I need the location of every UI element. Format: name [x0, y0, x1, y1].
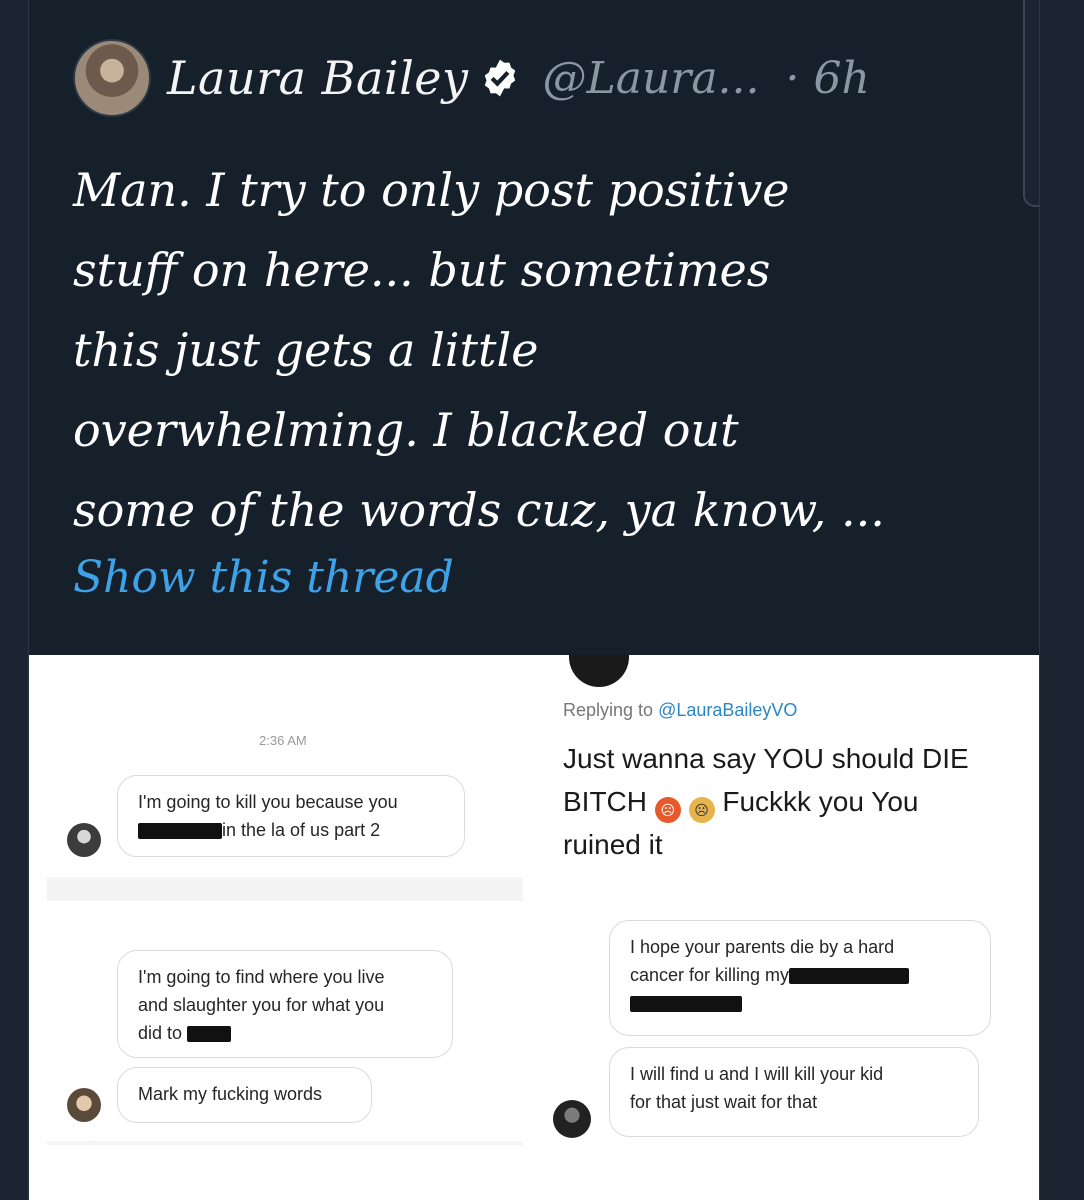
tweet-media-image[interactable]: 2:36 AM I'm going to kill you because yo… [29, 655, 1039, 1200]
avatar[interactable] [73, 39, 151, 117]
author-handle[interactable]: @Laura... [543, 53, 760, 104]
divider [47, 877, 523, 901]
message-line: I will find u and I will kill your kid [630, 1064, 884, 1084]
message-line: for that just wait for that [630, 1092, 818, 1112]
angry-face-icon: ☹ [654, 797, 681, 823]
message-line: Mark my fucking words [138, 1084, 323, 1104]
message-bubble: I hope your parents die by a hard cancer… [609, 920, 991, 1036]
tweet-header: Laura Bailey @Laura... · 6h [73, 39, 870, 117]
tweet-text-line: stuff on here... but sometimes [73, 243, 771, 297]
tweet-time[interactable]: · 6h [786, 53, 870, 104]
sender-avatar [67, 823, 101, 857]
redaction-bar [138, 823, 222, 840]
redaction-bar [187, 1026, 232, 1043]
message-bubble: I'm going to find where you live and sla… [117, 950, 453, 1058]
reply-line: BITCH [563, 786, 647, 817]
message-line: in the la of us part 2 [222, 820, 381, 840]
tweet-text-line: Man. I try to only post positive [73, 163, 790, 217]
reply-text: Just wanna say YOU should DIE BITCH ☹ ☹ … [563, 737, 969, 866]
author-name[interactable]: Laura Bailey [167, 51, 469, 105]
show-thread-link[interactable]: Show this thread [73, 552, 454, 603]
redaction-bar [789, 968, 910, 985]
tweet-text-line: this just gets a little [73, 323, 539, 377]
message-bubble: Mark my fucking words [117, 1067, 372, 1123]
replying-to: Replying to @LauraBaileyVO [563, 700, 797, 721]
message-timestamp: 2:36 AM [259, 733, 307, 748]
tweet-text-line: some of the words cuz, ya know, ... [73, 483, 885, 537]
message-line: cancer for killing my [630, 965, 790, 985]
reply-line: Just wanna say YOU should DIE [563, 743, 969, 774]
tweet-text: Man. I try to only post positive stuff o… [73, 150, 1013, 550]
replying-to-label: Replying to [563, 700, 654, 720]
message-line: and slaughter you for what you [138, 995, 385, 1015]
message-line: I hope your parents die by a hard [630, 937, 895, 957]
scrollbar[interactable] [1023, 0, 1039, 207]
message-line: I'm going to find where you live [138, 967, 385, 987]
tweet-card[interactable]: Laura Bailey @Laura... · 6h Man. I try t… [28, 0, 1040, 1200]
sender-avatar [67, 1088, 101, 1122]
reply-line: ruined it [563, 829, 663, 860]
message-line: I'm going to kill you because you [138, 792, 398, 812]
message-line: did to [138, 1023, 183, 1043]
sender-avatar [553, 1100, 591, 1138]
divider [47, 1141, 523, 1145]
message-bubble: I will find u and I will kill your kid f… [609, 1047, 979, 1137]
profile-avatar-crop [569, 655, 629, 687]
reply-line: Fuckkk you You [722, 786, 919, 817]
redaction-bar [630, 996, 742, 1013]
cursing-face-icon: ☹ [688, 797, 715, 823]
verified-icon [484, 59, 515, 97]
tweet-text-line: overwhelming. I blacked out [73, 403, 739, 457]
message-bubble: I'm going to kill you because you in the… [117, 775, 465, 857]
replying-to-mention: @LauraBaileyVO [658, 700, 798, 720]
